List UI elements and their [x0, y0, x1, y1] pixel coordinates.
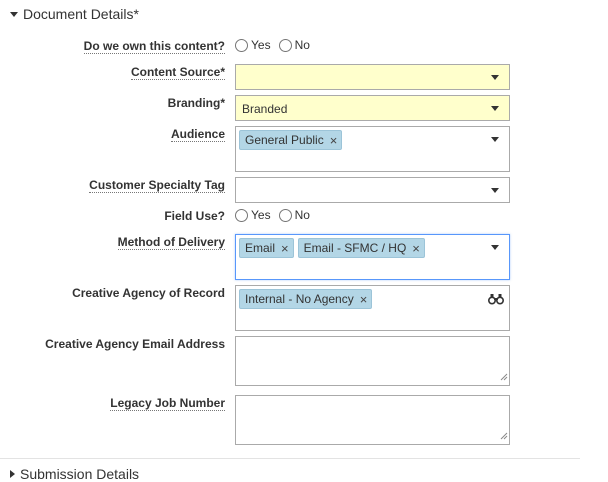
legacy-job-label: Legacy Job Number [110, 396, 225, 411]
method-delivery-multiselect[interactable]: Email × Email - SFMC / HQ × [235, 234, 510, 280]
field-use-radios: Yes No [235, 208, 318, 222]
branding-label: Branding* [167, 96, 225, 110]
branding-select[interactable]: Branded [235, 95, 510, 121]
audience-chip: General Public × [239, 130, 343, 150]
own-content-radios: Yes No [235, 38, 318, 52]
audience-multiselect[interactable]: General Public × [235, 126, 510, 172]
agency-email-label: Creative Agency Email Address [45, 337, 225, 351]
resize-handle-icon[interactable] [500, 370, 508, 384]
agency-email-textarea[interactable] [235, 336, 510, 386]
own-content-label: Do we own this content? [83, 39, 225, 54]
section-title: Document Details* [23, 6, 139, 22]
binoculars-icon[interactable] [487, 293, 505, 308]
legacy-job-textarea[interactable] [235, 395, 510, 445]
creative-agency-lookup[interactable]: Internal - No Agency × [235, 285, 510, 331]
own-content-yes[interactable]: Yes [235, 38, 271, 52]
expand-caret-icon [10, 470, 15, 478]
own-content-no[interactable]: No [278, 38, 310, 52]
remove-chip-icon[interactable]: × [412, 242, 420, 255]
remove-chip-icon[interactable]: × [330, 134, 338, 147]
chevron-down-icon [491, 75, 499, 80]
radio-yes[interactable] [235, 38, 248, 52]
content-source-label: Content Source* [130, 65, 225, 80]
specialty-tag-label: Customer Specialty Tag [89, 178, 225, 193]
delivery-chip: Email - SFMC / HQ × [297, 238, 425, 258]
document-details-header[interactable]: Document Details* [10, 6, 139, 22]
section-divider [0, 458, 580, 459]
field-use-yes[interactable]: Yes [235, 208, 271, 222]
chevron-down-icon [491, 137, 499, 142]
method-delivery-label: Method of Delivery [117, 235, 225, 250]
section-title: Submission Details [20, 466, 140, 482]
field-use-no[interactable]: No [278, 208, 310, 222]
specialty-tag-select[interactable] [235, 177, 510, 203]
field-use-label: Field Use? [164, 209, 225, 223]
content-source-select[interactable] [235, 64, 510, 90]
remove-chip-icon[interactable]: × [360, 293, 368, 306]
collapse-caret-icon [10, 11, 18, 17]
radio-yes[interactable] [235, 208, 248, 222]
chevron-down-icon [491, 245, 499, 250]
radio-no[interactable] [278, 38, 292, 52]
submission-details-header[interactable]: Submission Details [10, 466, 139, 482]
agency-chip: Internal - No Agency × [239, 289, 373, 309]
creative-agency-label: Creative Agency of Record [72, 286, 225, 300]
chevron-down-icon [491, 106, 499, 111]
resize-handle-icon[interactable] [500, 429, 508, 443]
audience-label: Audience [170, 127, 225, 142]
remove-chip-icon[interactable]: × [281, 242, 289, 255]
chevron-down-icon [491, 188, 499, 193]
radio-no[interactable] [278, 208, 292, 222]
delivery-chip: Email × [239, 238, 294, 258]
